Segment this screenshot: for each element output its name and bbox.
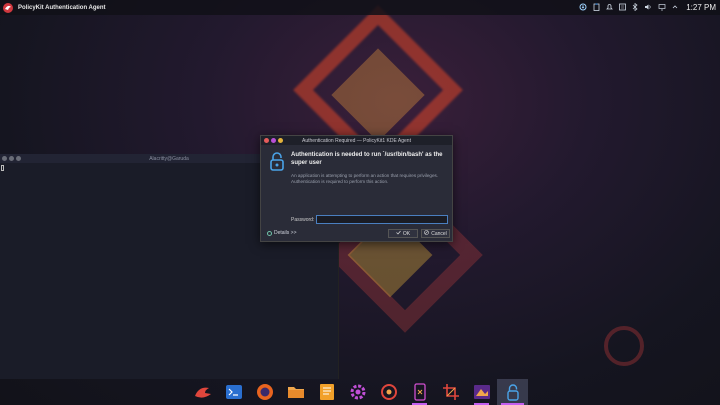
network-icon[interactable]: [658, 3, 666, 13]
phone-icon[interactable]: [404, 379, 435, 405]
folder-icon[interactable]: [280, 379, 311, 405]
expand-icon[interactable]: [672, 3, 678, 13]
music-icon[interactable]: [373, 379, 404, 405]
system-tray: 1:27 PM: [579, 0, 716, 15]
crop-tool-icon[interactable]: [435, 379, 466, 405]
check-icon: [396, 230, 401, 237]
lock-auth-icon[interactable]: [497, 379, 528, 405]
auth-description: An application is attempting to perform …: [291, 173, 439, 184]
active-window-title: PolicyKit Authentication Agent: [18, 4, 106, 11]
bluetooth-icon[interactable]: [632, 2, 638, 13]
settings-icon[interactable]: [619, 3, 627, 13]
terminal-icon[interactable]: [218, 379, 249, 405]
updates-icon[interactable]: [579, 3, 587, 13]
ok-button[interactable]: OK: [388, 229, 418, 238]
settings-gear-icon[interactable]: [342, 379, 373, 405]
auth-heading: Authentication is needed to run `/usr/bi…: [291, 152, 443, 166]
details-button[interactable]: Details >>: [267, 230, 297, 236]
ok-label: OK: [402, 230, 411, 237]
garuda-app-icon[interactable]: [3, 2, 13, 13]
top-panel: PolicyKit Authentication Agent 1:27 PM: [0, 0, 720, 15]
dialog-title: Authentication Required — PolicyKit1 KDE…: [302, 137, 411, 144]
lock-icon: [269, 151, 285, 171]
text-editor-icon[interactable]: [311, 379, 342, 405]
auth-dialog: Authentication Required — PolicyKit1 KDE…: [260, 135, 453, 242]
dock: [187, 379, 533, 405]
volume-icon[interactable]: [644, 3, 652, 13]
cancel-label: Cancel: [431, 230, 447, 237]
password-label: Password:: [291, 217, 315, 223]
cancel-icon: [424, 230, 430, 237]
dialog-titlebar[interactable]: Authentication Required — PolicyKit1 KDE…: [261, 136, 452, 145]
cancel-button[interactable]: Cancel: [421, 229, 450, 238]
password-input[interactable]: [316, 215, 448, 224]
garuda-menu-icon[interactable]: [187, 379, 218, 405]
clipboard-icon[interactable]: [593, 3, 600, 13]
firefox-icon[interactable]: [249, 379, 280, 405]
info-icon: [267, 230, 272, 236]
wallpaper-logo: [604, 326, 644, 366]
notifications-icon[interactable]: [606, 3, 614, 13]
clock[interactable]: 1:27 PM: [686, 3, 716, 12]
terminal-cursor: [1, 165, 4, 171]
photo-viewer-icon[interactable]: [466, 379, 497, 405]
details-label: Details >>: [274, 230, 297, 236]
